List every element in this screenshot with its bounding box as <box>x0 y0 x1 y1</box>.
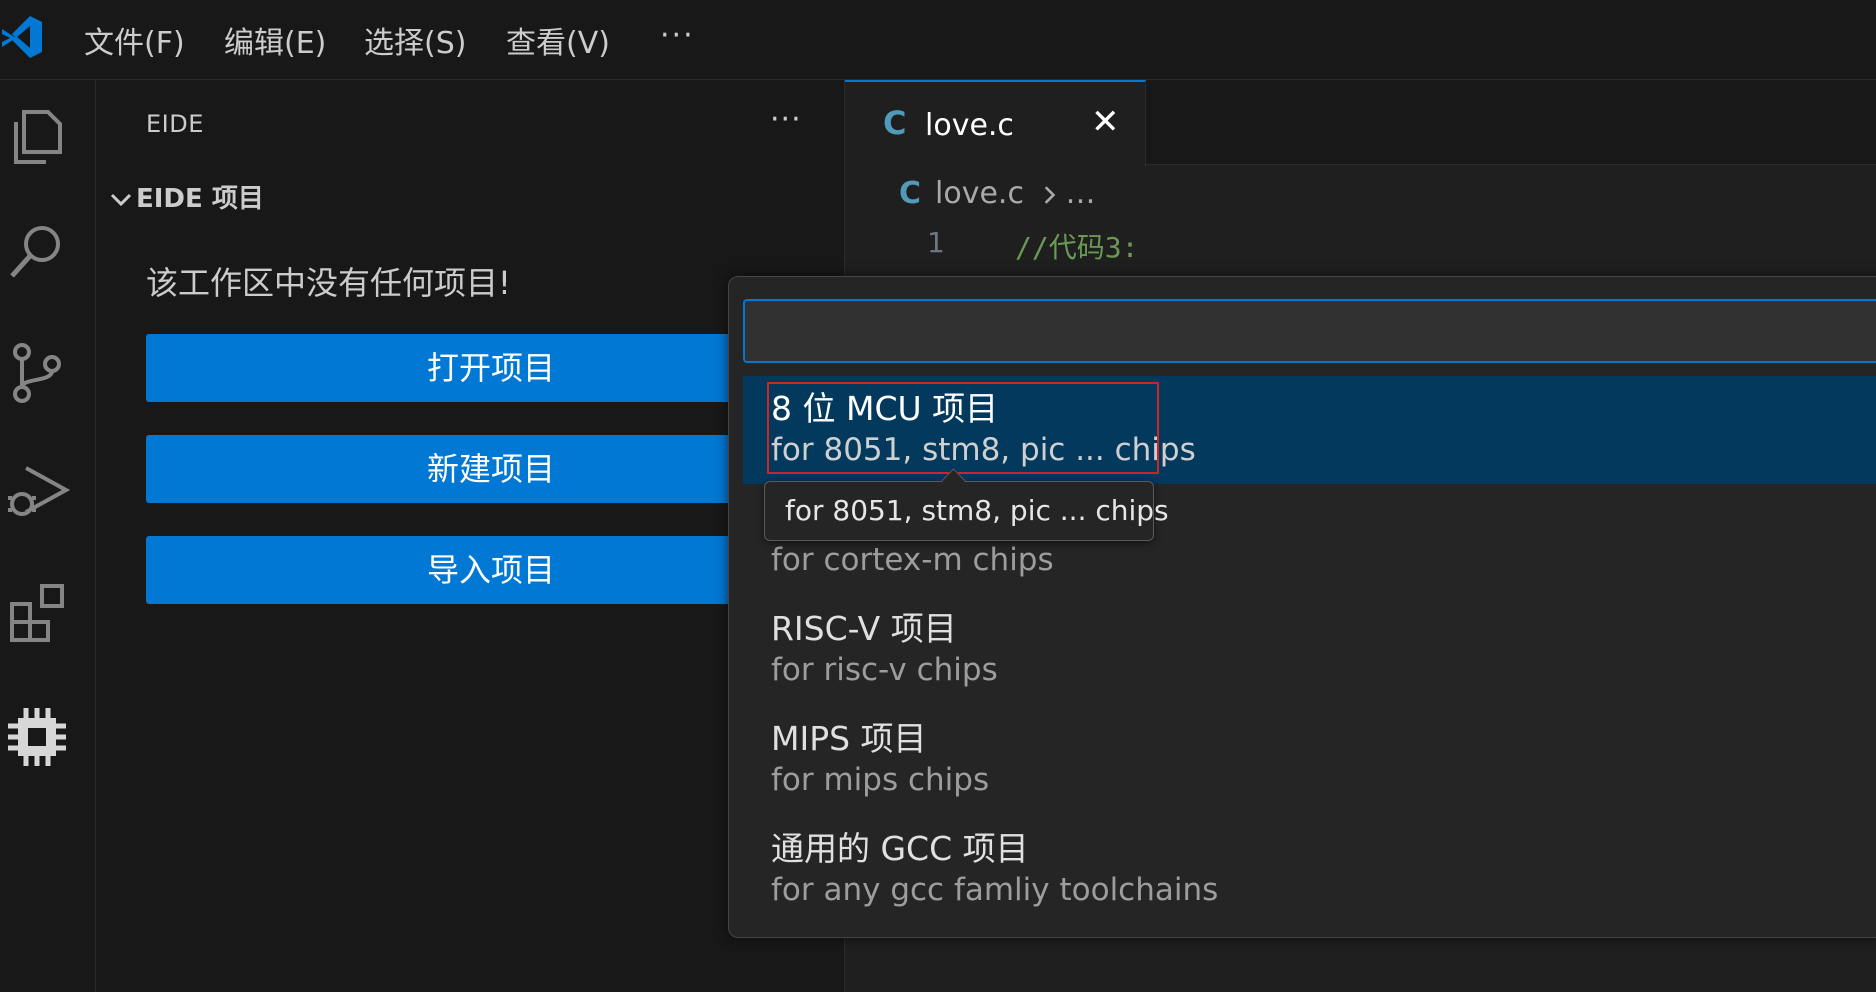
item-description: for mips chips <box>771 762 990 798</box>
quick-pick-input[interactable] <box>743 299 1876 363</box>
item-label: RISC-V 项目 <box>771 609 957 648</box>
search-icon[interactable] <box>4 220 70 286</box>
quick-pick-item-8bit-mcu[interactable]: 8 位 MCU 项目 for 8051, stm8, pic ... chips <box>743 376 1876 484</box>
code-line[interactable]: //代码3: <box>1015 226 1138 266</box>
item-description: for cortex-m chips <box>771 542 1054 578</box>
quick-pick: 8 位 MCU 项目 for 8051, stm8, pic ... chips… <box>728 276 1876 938</box>
tab-love-c[interactable]: C love.c ✕ <box>845 80 1146 167</box>
item-label: 通用的 GCC 项目 <box>771 829 1029 868</box>
menu-edit[interactable]: 编辑(E) <box>224 18 326 62</box>
item-description: for any gcc famliy toolchains <box>771 872 1219 908</box>
breadcrumb-file[interactable]: love.c <box>935 176 1024 211</box>
tooltip: for 8051, stm8, pic ... chips <box>764 468 1169 541</box>
run-debug-icon[interactable] <box>4 458 70 524</box>
item-description: for risc-v chips <box>771 652 998 688</box>
eide-chip-icon[interactable] <box>4 704 70 770</box>
sidebar-title: EIDE <box>146 110 204 138</box>
menu-more-icon[interactable]: ··· <box>660 18 695 53</box>
quick-pick-item-risc-v[interactable]: RISC-V 项目 for risc-v chips <box>743 596 1876 704</box>
menu-selection[interactable]: 选择(S) <box>364 18 466 62</box>
quick-pick-item-gcc[interactable]: 通用的 GCC 项目 for any gcc famliy toolchains <box>743 816 1876 924</box>
extensions-icon[interactable] <box>4 580 70 646</box>
activity-bar <box>0 80 96 992</box>
breadcrumb-rest[interactable]: … <box>1066 176 1096 211</box>
line-number: 1 <box>927 226 945 259</box>
c-file-icon: C <box>899 176 922 211</box>
breadcrumb[interactable]: Clove.c … <box>899 176 1096 211</box>
explorer-icon[interactable] <box>4 104 70 170</box>
section-header[interactable]: EIDE 项目 <box>106 178 264 215</box>
close-icon[interactable]: ✕ <box>1091 102 1120 142</box>
tab-bar: C love.c ✕ <box>845 80 1876 167</box>
menu-bar: 文件(F) 编辑(E) 选择(S) 查看(V) ··· <box>0 0 1876 80</box>
empty-message: 该工作区中没有任何项目! <box>146 264 511 302</box>
c-file-icon: C <box>883 104 907 142</box>
sidebar-more-icon[interactable]: ··· <box>770 102 802 137</box>
item-label: MIPS 项目 <box>771 719 927 758</box>
chevron-right-icon <box>1044 185 1055 204</box>
highlight-box <box>767 382 1159 474</box>
tooltip-text: for 8051, stm8, pic ... chips <box>785 494 1169 527</box>
menu-file[interactable]: 文件(F) <box>84 18 185 62</box>
vscode-logo-icon[interactable] <box>0 12 44 62</box>
source-control-icon[interactable] <box>4 340 70 406</box>
section-title: EIDE 项目 <box>136 184 264 214</box>
chevron-down-icon <box>110 193 132 206</box>
quick-pick-item-mips[interactable]: MIPS 项目 for mips chips <box>743 706 1876 814</box>
tab-label: love.c <box>925 108 1014 143</box>
menu-view[interactable]: 查看(V) <box>506 18 610 62</box>
